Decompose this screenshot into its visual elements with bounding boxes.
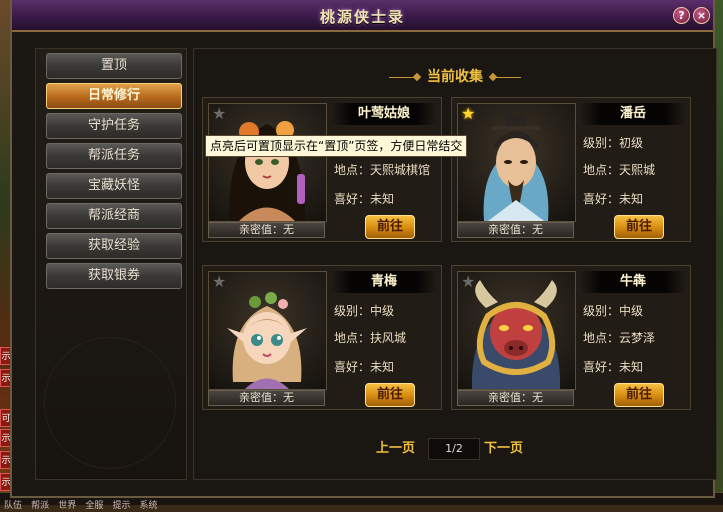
level-value: 中级 xyxy=(370,304,395,318)
prev-page-button[interactable]: 上一页 xyxy=(376,438,415,460)
pin-star-icon[interactable]: ★ xyxy=(212,105,226,123)
npc-likes: 喜好：未知 xyxy=(334,190,394,207)
likes-label: 喜好： xyxy=(334,192,371,206)
menu-ornament xyxy=(44,337,176,469)
likes-value: 未知 xyxy=(619,192,644,206)
heading-text: 当前收集 xyxy=(427,69,483,85)
location-label: 地点： xyxy=(583,163,620,177)
npc-name: 牛犇 xyxy=(580,271,686,293)
likes-label: 喜好： xyxy=(583,192,620,206)
chat-tab[interactable]: 队伍 xyxy=(4,500,22,512)
npc-portrait: ★ xyxy=(208,103,327,222)
go-button[interactable]: 前往 xyxy=(614,215,664,239)
npc-name: 潘岳 xyxy=(580,103,686,125)
affinity-label: 亲密值：无 xyxy=(457,222,574,238)
likes-label: 喜好： xyxy=(583,360,620,374)
npc-location: 地点：云梦泽 xyxy=(583,329,655,346)
affinity-label: 亲密值：无 xyxy=(457,390,574,406)
menu-item-treasure-monster[interactable]: 宝藏妖怪 xyxy=(46,173,182,199)
npc-collection-window: 桃源侠士录 ? × 置顶 日常修行 守护任务 帮派任务 宝藏妖怪 帮派经商 获取… xyxy=(10,0,717,498)
bull-demon-portrait-icon xyxy=(471,280,561,389)
scholar-portrait-icon xyxy=(483,114,549,221)
title-bar[interactable]: 桃源侠士录 ? × xyxy=(12,0,713,32)
go-button[interactable]: 前往 xyxy=(365,383,415,407)
npc-likes: 喜好：未知 xyxy=(583,190,643,207)
location-value: 云梦泽 xyxy=(619,331,656,345)
npc-level: 级别：中级 xyxy=(334,302,394,319)
category-menu: 置顶 日常修行 守护任务 帮派任务 宝藏妖怪 帮派经商 获取经验 获取银券 xyxy=(35,48,187,480)
girl-portrait-icon xyxy=(228,121,306,221)
menu-item-guild-quest[interactable]: 帮派任务 xyxy=(46,143,182,169)
menu-item-guard-quest[interactable]: 守护任务 xyxy=(46,113,182,139)
likes-value: 未知 xyxy=(370,360,395,374)
level-label: 级别： xyxy=(583,304,620,318)
location-value: 天熙城 xyxy=(619,163,656,177)
location-label: 地点： xyxy=(334,331,371,345)
ornament-left xyxy=(389,76,417,78)
chat-tab[interactable]: 帮派 xyxy=(31,500,49,512)
menu-item-guild-trade[interactable]: 帮派经商 xyxy=(46,203,182,229)
npc-portrait: ★ xyxy=(457,103,576,222)
location-value: 扶风城 xyxy=(370,331,407,345)
menu-item-pinned[interactable]: 置顶 xyxy=(46,53,182,79)
npc-name: 叶莺姑娘 xyxy=(331,103,437,125)
location-label: 地点： xyxy=(334,163,371,177)
go-button[interactable]: 前往 xyxy=(614,383,664,407)
npc-card: ★ 亲密值：无 牛犇 级别：中级 地点：云梦泽 喜好：未知 前往 xyxy=(451,265,691,410)
menu-item-daily-practice[interactable]: 日常修行 xyxy=(46,83,182,109)
level-label: 级别： xyxy=(334,304,371,318)
location-label: 地点： xyxy=(583,331,620,345)
location-value: 天熙城棋馆 xyxy=(370,163,431,177)
npc-location: 地点：天熙城 xyxy=(583,161,655,178)
menu-item-gain-silver[interactable]: 获取银券 xyxy=(46,263,182,289)
npc-portrait: ★ xyxy=(208,271,327,390)
collection-panel: 当前收集 ★ 亲密值：无 叶莺姑娘 级别： 地点：天熙城棋馆 xyxy=(193,48,717,480)
likes-value: 未知 xyxy=(619,360,644,374)
npc-card: ★ 亲密值：无 青梅 级别：中级 地点：扶风城 喜好：未知 前往 xyxy=(202,265,442,410)
npc-likes: 喜好：未知 xyxy=(334,358,394,375)
close-icon[interactable]: × xyxy=(693,7,710,24)
pin-star-icon[interactable]: ★ xyxy=(461,273,475,291)
window-title: 桃源侠士录 xyxy=(319,8,405,26)
pin-star-icon[interactable]: ★ xyxy=(212,273,226,291)
go-button[interactable]: 前往 xyxy=(365,215,415,239)
level-value: 中级 xyxy=(619,304,644,318)
level-value: 初级 xyxy=(619,136,644,150)
page-indicator: 1/2 xyxy=(428,438,480,460)
affinity-label: 亲密值：无 xyxy=(208,222,325,238)
likes-label: 喜好： xyxy=(334,360,371,374)
chat-tab[interactable]: 系统 xyxy=(140,500,158,512)
level-label: 级别： xyxy=(583,136,620,150)
ornament-right xyxy=(493,76,521,78)
chat-tab[interactable]: 全服 xyxy=(85,500,103,512)
menu-item-gain-exp[interactable]: 获取经验 xyxy=(46,233,182,259)
chat-tab[interactable]: 提示 xyxy=(112,500,130,512)
next-page-button[interactable]: 下一页 xyxy=(484,438,523,460)
likes-value: 未知 xyxy=(370,192,395,206)
collection-heading: 当前收集 xyxy=(194,66,716,86)
affinity-label: 亲密值：无 xyxy=(208,390,325,406)
help-icon[interactable]: ? xyxy=(673,7,690,24)
chat-tab[interactable]: 世界 xyxy=(58,500,76,512)
pin-star-icon[interactable]: ★ xyxy=(461,105,475,123)
npc-location: 地点：天熙城棋馆 xyxy=(334,161,430,178)
pin-tooltip: 点亮后可置顶显示在“置顶”页签，方便日常结交 xyxy=(205,135,468,157)
npc-card: ★ 亲密值：无 潘岳 级别：初级 地点：天熙城 喜好：未知 前往 xyxy=(451,97,691,242)
elf-girl-portrait-icon xyxy=(227,292,307,389)
npc-level: 级别：初级 xyxy=(583,134,643,151)
npc-location: 地点：扶风城 xyxy=(334,329,406,346)
npc-level: 级别：中级 xyxy=(583,302,643,319)
npc-portrait: ★ xyxy=(457,271,576,390)
npc-card: ★ 亲密值：无 叶莺姑娘 级别： 地点：天熙城棋馆 喜好：未知 前往 xyxy=(202,97,442,242)
npc-likes: 喜好：未知 xyxy=(583,358,643,375)
npc-name: 青梅 xyxy=(331,271,437,293)
